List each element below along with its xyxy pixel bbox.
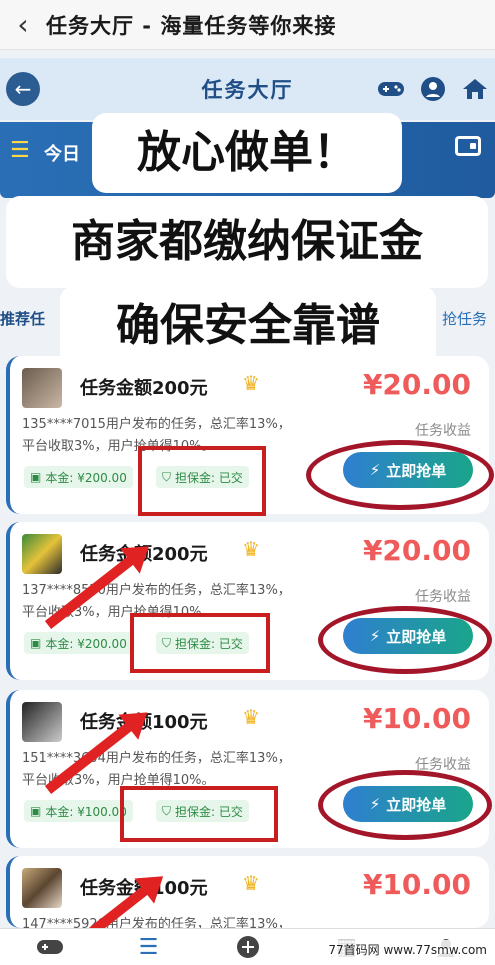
task-list-icon[interactable]: ☰ <box>133 933 165 961</box>
avatar <box>22 534 62 574</box>
desc-line: 147****5920用户发布的任务，总汇率13%， <box>22 917 291 928</box>
plus-circle-icon[interactable] <box>232 933 264 961</box>
avatar <box>22 702 62 742</box>
tab-recommended[interactable]: 推荐任 <box>0 308 45 329</box>
annotation-oval <box>318 770 492 840</box>
principal-badge: ▣ 本金: ¥200.00 <box>24 632 133 654</box>
principal-text: 本金: ¥200.00 <box>45 636 127 651</box>
principal-text: 本金: ¥200.00 <box>45 470 127 485</box>
task-amount: ¥20.00 <box>362 534 471 567</box>
today-label: 今日 <box>44 144 80 165</box>
task-amount: ¥10.00 <box>362 702 471 735</box>
principal-badge: ▣ 本金: ¥200.00 <box>24 466 133 488</box>
watermark: 77首码网 www.77smw.com <box>324 940 491 959</box>
cash-icon: ▣ <box>30 470 42 484</box>
avatar <box>22 368 62 408</box>
gamepad-icon[interactable] <box>377 75 405 103</box>
earn-label: 任务收益 <box>415 423 471 439</box>
gamepad-icon[interactable] <box>34 933 66 961</box>
app-header-title: 任务大厅 <box>201 78 294 102</box>
task-description: 147****5920用户发布的任务，总汇率13%， <box>22 914 342 928</box>
header-icons <box>377 75 489 103</box>
caption-2: 商家都缴纳保证金 <box>6 196 488 288</box>
task-card[interactable]: 任务金额100元 ♛ ¥10.00 147****5920用户发布的任务，总汇率… <box>6 856 489 928</box>
task-title: 任务金额200元 <box>80 378 208 399</box>
task-amount: ¥10.00 <box>362 868 471 901</box>
crown-icon: ♛ <box>242 871 260 895</box>
task-amount: ¥20.00 <box>362 368 471 401</box>
annotation-box <box>120 786 278 842</box>
cash-icon: ▣ <box>30 804 42 818</box>
annotation-box <box>138 446 266 516</box>
crown-icon: ♛ <box>242 705 260 729</box>
crown-icon: ♛ <box>242 537 260 561</box>
desc-line: 135****7015用户发布的任务，总汇率13%， <box>22 417 291 432</box>
annotation-box <box>130 613 270 673</box>
checklist-icon: ☰ <box>10 138 30 163</box>
caption-3: 确保安全靠谱 <box>60 286 436 366</box>
crown-icon: ♛ <box>242 371 260 395</box>
tab-grab-tasks[interactable]: 抢任务 <box>442 308 487 329</box>
wallet-icon[interactable] <box>455 136 481 156</box>
principal-badge: ▣ 本金: ¥100.00 <box>24 800 133 822</box>
chevron-left-icon[interactable]: ‹ <box>0 8 46 41</box>
principal-text: 本金: ¥100.00 <box>45 804 127 819</box>
cash-icon: ▣ <box>30 636 42 650</box>
annotation-oval <box>318 606 492 674</box>
user-circle-icon[interactable] <box>419 75 447 103</box>
home-icon[interactable] <box>461 75 489 103</box>
annotation-oval <box>306 440 494 510</box>
back-arrow-icon[interactable]: ← <box>6 72 40 106</box>
caption-1: 放心做单！ <box>92 113 402 193</box>
app-header: ← 任务大厅 <box>0 58 495 120</box>
earn-label: 任务收益 <box>415 589 471 605</box>
outer-page-title: 任务大厅 - 海量任务等你来接 <box>46 13 337 38</box>
avatar <box>22 868 62 908</box>
desc-line: 137****8570用户发布的任务，总汇率13%， <box>22 583 291 598</box>
top-app-bar: ‹ 任务大厅 - 海量任务等你来接 <box>0 0 495 50</box>
